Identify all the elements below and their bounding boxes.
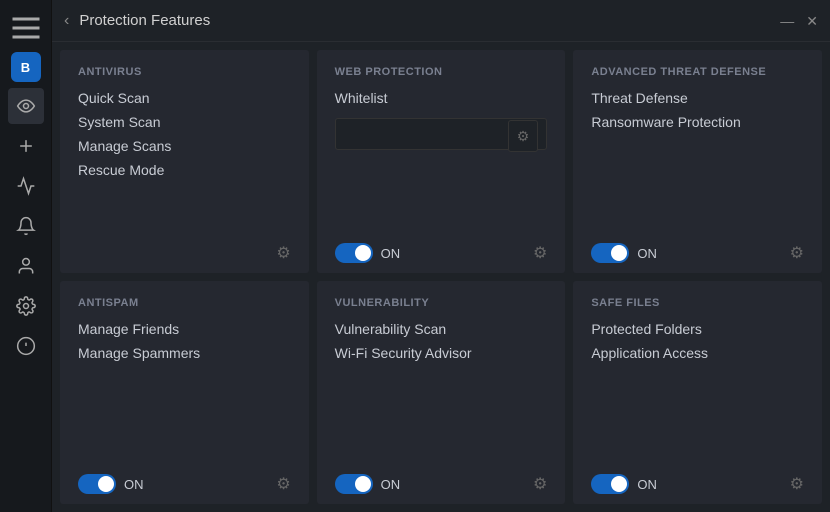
card-safe-links: Protected Folders Application Access (591, 321, 804, 456)
vuln-toggle-label: ON (381, 477, 401, 492)
avatar[interactable]: B (11, 52, 41, 82)
web-toggle-container: ON (335, 243, 401, 263)
whitelist-field[interactable]: ⚙ (335, 118, 548, 150)
safe-toggle[interactable] (591, 474, 629, 494)
card-safe-footer: ON ⚙ (591, 466, 804, 494)
link-quick-scan[interactable]: Quick Scan (78, 90, 291, 106)
link-ransomware[interactable]: Ransomware Protection (591, 114, 804, 130)
card-antispam-links: Manage Friends Manage Spammers (78, 321, 291, 456)
page-title: Protection Features (79, 12, 210, 29)
web-gear-icon[interactable]: ⚙ (533, 243, 547, 263)
card-antivirus-links: Quick Scan System Scan Manage Scans Resc… (78, 90, 291, 225)
vuln-gear-icon[interactable]: ⚙ (533, 474, 547, 494)
link-rescue-mode[interactable]: Rescue Mode (78, 162, 291, 178)
safe-toggle-container: ON (591, 474, 657, 494)
link-protected-folders[interactable]: Protected Folders (591, 321, 804, 337)
card-threat-footer: ON ⚙ (591, 235, 804, 263)
card-vulnerability: VULNERABILITY Vulnerability Scan Wi-Fi S… (317, 281, 566, 504)
card-threat-title: ADVANCED THREAT DEFENSE (591, 66, 804, 78)
card-safe-title: SAFE FILES (591, 297, 804, 309)
link-system-scan[interactable]: System Scan (78, 114, 291, 130)
card-web-links: Whitelist ⚙ (335, 90, 548, 225)
antispam-toggle-container: ON (78, 474, 144, 494)
threat-toggle[interactable] (591, 243, 629, 263)
threat-toggle-label: ON (637, 246, 657, 261)
minimize-button[interactable]: — (780, 14, 794, 28)
sidebar-item-tools[interactable] (8, 128, 44, 164)
link-manage-spammers[interactable]: Manage Spammers (78, 345, 291, 361)
link-vuln-scan[interactable]: Vulnerability Scan (335, 321, 548, 337)
card-web-title: WEB PROTECTION (335, 66, 548, 78)
web-toggle[interactable] (335, 243, 373, 263)
safe-gear-icon[interactable]: ⚙ (790, 474, 804, 494)
antispam-toggle-label: ON (124, 477, 144, 492)
sidebar-item-info[interactable] (8, 328, 44, 364)
card-safe-files: SAFE FILES Protected Folders Application… (573, 281, 822, 504)
card-vuln-footer: ON ⚙ (335, 466, 548, 494)
threat-gear-icon[interactable]: ⚙ (790, 243, 804, 263)
card-threat-links: Threat Defense Ransomware Protection (591, 90, 804, 225)
link-manage-friends[interactable]: Manage Friends (78, 321, 291, 337)
card-advanced-threat: ADVANCED THREAT DEFENSE Threat Defense R… (573, 50, 822, 273)
card-web-protection: WEB PROTECTION Whitelist ⚙ ON ⚙ (317, 50, 566, 273)
safe-toggle-label: ON (637, 477, 657, 492)
threat-toggle-container: ON (591, 243, 657, 263)
sidebar-item-eye[interactable] (8, 88, 44, 124)
link-wifi-advisor[interactable]: Wi-Fi Security Advisor (335, 345, 548, 361)
antivirus-gear-icon[interactable]: ⚙ (276, 243, 290, 263)
antispam-toggle[interactable] (78, 474, 116, 494)
menu-icon[interactable] (8, 10, 44, 46)
card-web-footer: ON ⚙ (335, 235, 548, 263)
antispam-gear-icon[interactable]: ⚙ (276, 474, 290, 494)
sidebar-item-bell[interactable] (8, 208, 44, 244)
sidebar-item-user[interactable] (8, 248, 44, 284)
card-antivirus-footer: ⚙ (78, 235, 291, 263)
sidebar-item-analytics[interactable] (8, 168, 44, 204)
back-button[interactable]: ‹ (64, 12, 69, 30)
vuln-toggle[interactable] (335, 474, 373, 494)
card-antispam-title: ANTISPAM (78, 297, 291, 309)
link-application-access[interactable]: Application Access (591, 345, 804, 361)
titlebar: ‹ Protection Features — ✕ (52, 0, 830, 42)
whitelist-gear-icon[interactable]: ⚙ (508, 120, 539, 152)
vuln-toggle-container: ON (335, 474, 401, 494)
sidebar-item-settings[interactable] (8, 288, 44, 324)
window-controls: — ✕ (780, 14, 818, 28)
link-whitelist[interactable]: Whitelist (335, 90, 548, 106)
card-antivirus: ANTIVIRUS Quick Scan System Scan Manage … (60, 50, 309, 273)
link-manage-scans[interactable]: Manage Scans (78, 138, 291, 154)
feature-grid: ANTIVIRUS Quick Scan System Scan Manage … (52, 42, 830, 512)
web-toggle-label: ON (381, 246, 401, 261)
sidebar: B (0, 0, 52, 512)
main-content: ‹ Protection Features — ✕ ANTIVIRUS Quic… (52, 0, 830, 512)
close-button[interactable]: ✕ (806, 14, 818, 28)
link-threat-defense[interactable]: Threat Defense (591, 90, 804, 106)
card-vuln-links: Vulnerability Scan Wi-Fi Security Adviso… (335, 321, 548, 456)
card-antispam-footer: ON ⚙ (78, 466, 291, 494)
card-antispam: ANTISPAM Manage Friends Manage Spammers … (60, 281, 309, 504)
card-antivirus-title: ANTIVIRUS (78, 66, 291, 78)
card-vuln-title: VULNERABILITY (335, 297, 548, 309)
